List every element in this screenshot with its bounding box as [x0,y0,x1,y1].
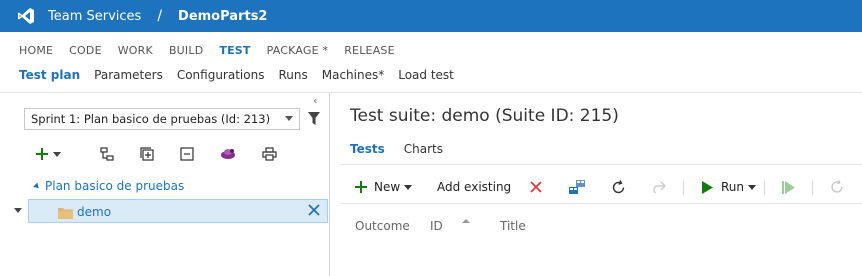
expand-all-icon[interactable] [140,145,154,163]
hub-tab-home[interactable]: HOME [19,44,53,58]
column-header-id[interactable]: ID [430,219,443,233]
refresh-icon[interactable] [611,177,626,197]
tabs-divider [340,164,862,165]
tab-configurations[interactable]: Configurations [177,68,265,86]
chevron-down-icon [285,116,293,121]
tab-test-plan[interactable]: Test plan [19,68,80,86]
test-plan-select-value: Sprint 1: Plan basico de pruebas (Id: 21… [31,112,271,126]
new-test-label: New [374,180,401,194]
hub-tab-work[interactable]: WORK [118,44,153,58]
add-suite-icon[interactable] [36,145,48,163]
hub-tab-build[interactable]: BUILD [169,44,203,58]
chevron-down-icon [404,184,413,190]
tree-node-root-label: Plan basico de pruebas [45,179,185,193]
toolbar-separator [683,180,684,195]
folder-icon [58,207,73,222]
tree-node-selected-label: demo [77,205,112,219]
tab-load-test[interactable]: Load test [398,68,454,86]
hub-nav: HOME CODE WORK BUILD TEST PACKAGE * RELE… [0,44,411,58]
hub-tab-package[interactable]: PACKAGE * [267,44,329,58]
collapse-pane-icon[interactable]: ‹ [313,94,317,107]
tab-machines[interactable]: Machines* [322,68,384,86]
hub-tab-release[interactable]: RELEASE [344,44,395,58]
remove-icon[interactable] [530,177,542,197]
tab-charts[interactable]: Charts [404,142,443,156]
tab-runs[interactable]: Runs [278,68,307,86]
suite-title: Test suite: demo (Suite ID: 215) [350,106,619,126]
tab-parameters[interactable]: Parameters [94,68,163,86]
new-test-button[interactable]: New [355,177,413,197]
test-suite-pane: Test suite: demo (Suite ID: 215) Tests C… [330,93,862,276]
chevron-down-icon [748,184,757,190]
tree-node-selected[interactable] [28,199,328,223]
hub-tab-code[interactable]: CODE [69,44,102,58]
test-plan-pane: ‹ Sprint 1: Plan basico de pruebas (Id: … [0,93,330,276]
team-icon[interactable] [220,145,236,163]
tab-tests[interactable]: Tests [350,142,385,156]
run-with-options-icon[interactable] [782,177,795,197]
toolbar-separator [812,180,813,195]
add-suite-dropdown-icon[interactable] [53,145,61,163]
close-icon[interactable] [308,204,320,219]
hierarchy-icon[interactable] [100,145,114,163]
print-icon[interactable] [262,145,277,163]
hub-tab-test[interactable]: TEST [219,44,250,58]
run-button[interactable]: Run [702,177,757,197]
test-plan-select[interactable]: Sprint 1: Plan basico de pruebas (Id: 21… [24,108,300,130]
sub-nav: Test plan Parameters Configurations Runs… [0,68,468,86]
breadcrumb-separator: / [157,8,163,24]
suite-tabs: Tests Charts [350,142,462,156]
visual-studio-logo-icon[interactable] [16,6,36,26]
add-icon [355,181,367,193]
row-context-arrow-icon[interactable] [14,208,22,213]
column-header-outcome[interactable]: Outcome [355,219,410,233]
add-existing-button[interactable]: Add existing [437,177,511,197]
tests-grid-header: Outcome ID Title [330,219,862,235]
tests-toolbar: New Add existing Run [330,177,862,197]
open-in-grid-icon[interactable] [568,177,586,197]
project-name[interactable]: DemoParts2 [178,9,267,24]
toolbar-separator [764,180,765,195]
reset-icon[interactable] [830,177,844,197]
run-label: Run [721,180,745,194]
top-bar: Team Services / DemoParts2 [0,0,862,32]
sort-ascending-icon [462,219,470,223]
toolbar-divider [340,203,862,204]
product-link[interactable]: Team Services [48,9,141,24]
redo-icon[interactable] [651,177,666,197]
play-icon [702,180,713,194]
collapse-all-icon[interactable] [180,145,194,163]
expand-triangle-icon[interactable] [33,182,41,190]
column-header-title[interactable]: Title [500,219,526,233]
filter-icon[interactable] [308,112,320,129]
tree-node-root[interactable]: Plan basico de pruebas [33,179,185,193]
